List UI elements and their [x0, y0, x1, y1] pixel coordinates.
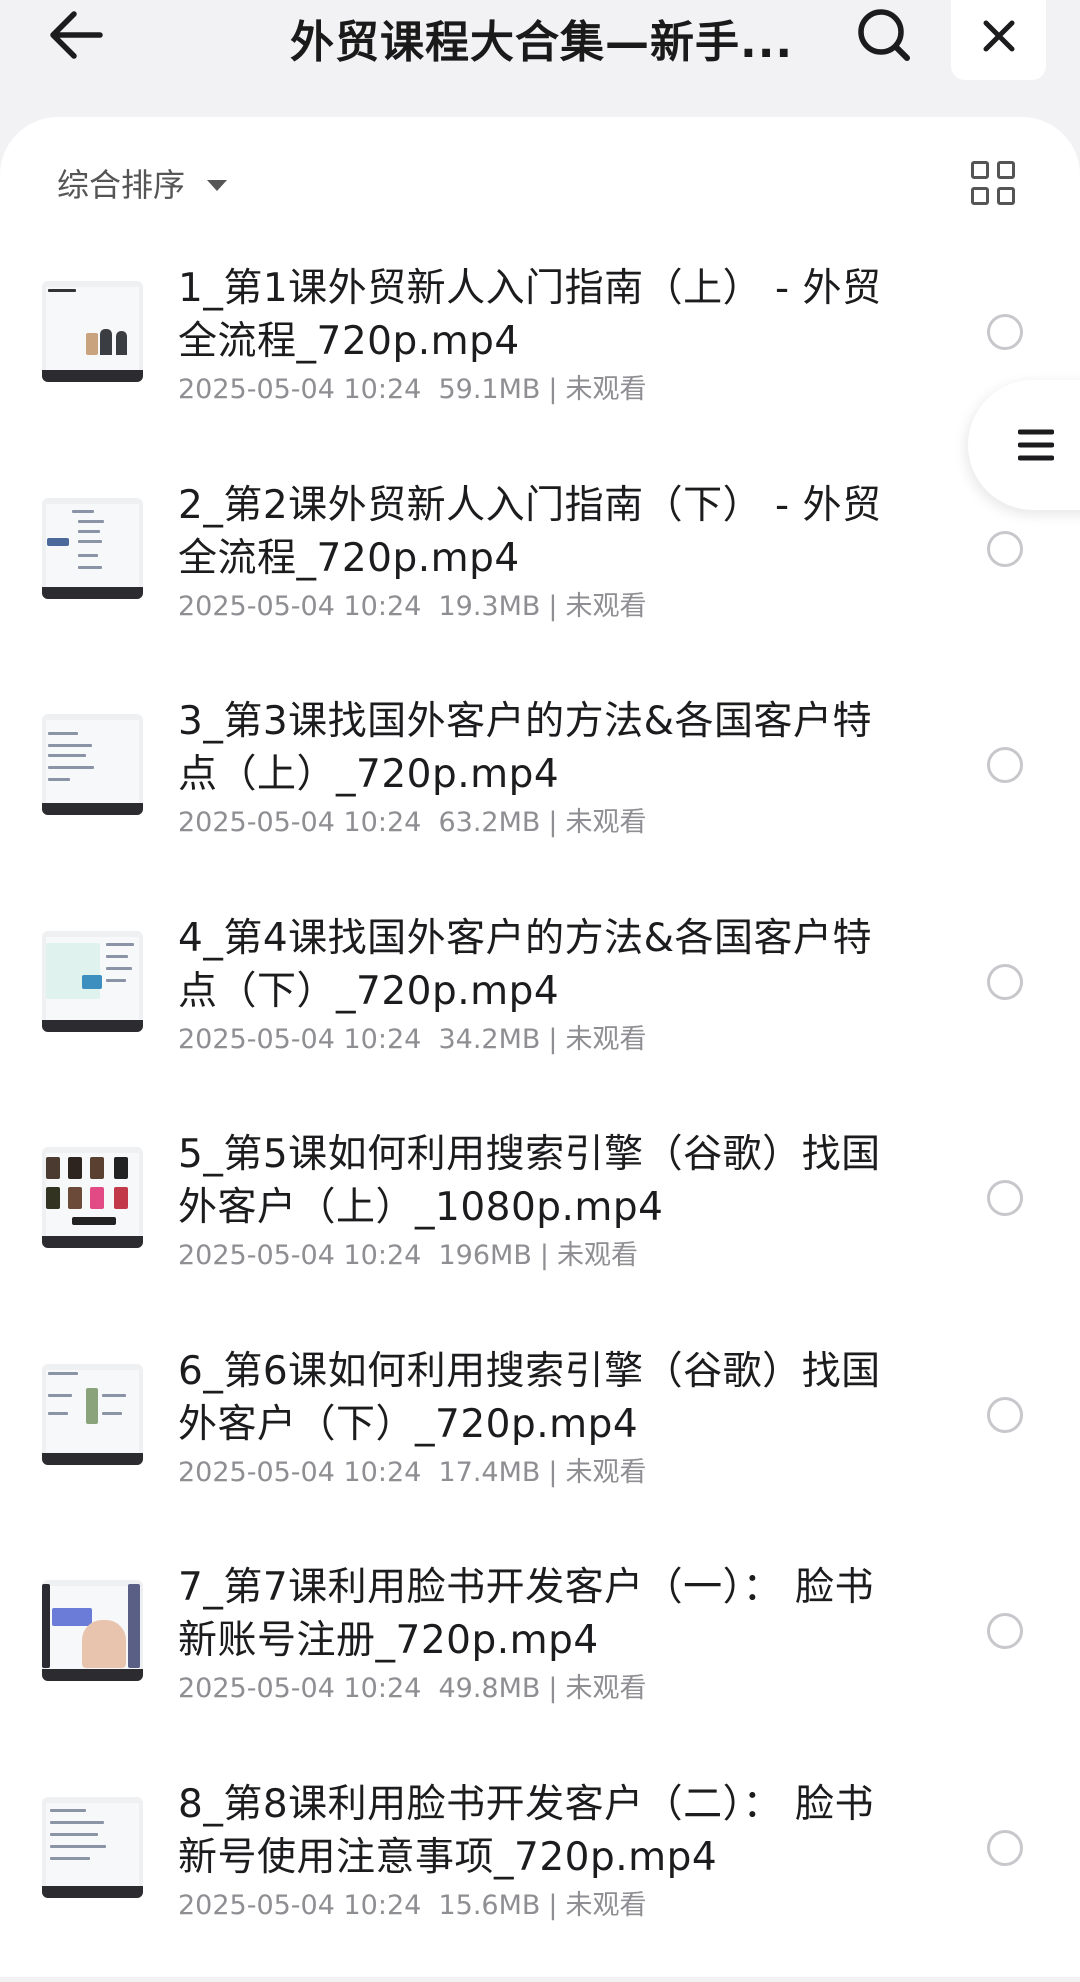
watch-status: 未观看	[566, 591, 647, 622]
file-meta: 2025-05-04 10:24 196MB|未观看	[178, 1233, 638, 1272]
file-meta: 2025-05-04 10:24 49.8MB|未观看	[178, 1666, 647, 1705]
file-size: 63.2MB	[438, 807, 540, 838]
file-date: 2025-05-04 10:24	[178, 374, 421, 405]
select-radio[interactable]	[987, 1397, 1023, 1433]
select-radio[interactable]	[987, 1180, 1023, 1216]
file-item[interactable]: 7_第7课利用脸书开发客户（一）： 脸书新账号注册_720p.mp4 2025-…	[0, 1549, 1080, 1766]
arrow-left-icon	[48, 10, 104, 60]
file-meta: 2025-05-04 10:24 19.3MB|未观看	[178, 584, 647, 623]
grid-view-button[interactable]	[968, 158, 1018, 208]
file-meta: 2025-05-04 10:24 63.2MB|未观看	[178, 800, 647, 839]
video-thumbnail	[42, 714, 143, 815]
file-date: 2025-05-04 10:24	[178, 591, 421, 622]
file-size: 196MB	[438, 1240, 531, 1271]
top-bar: 外贸课程大合集—新手...	[0, 0, 1080, 115]
file-item[interactable]: 8_第8课利用脸书开发客户（二）： 脸书新号使用注意事项_720p.mp4 20…	[0, 1766, 1080, 1982]
file-size: 34.2MB	[438, 1024, 540, 1055]
file-date: 2025-05-04 10:24	[178, 1457, 421, 1488]
file-size: 59.1MB	[438, 374, 540, 405]
close-button[interactable]	[951, 0, 1046, 80]
watch-status: 未观看	[566, 1673, 647, 1704]
watch-status: 未观看	[566, 1457, 647, 1488]
select-radio[interactable]	[987, 1613, 1023, 1649]
close-icon	[981, 18, 1017, 54]
file-name: 2_第2课外贸新人入门指南（下） - 外贸全流程_720p.mp4	[178, 479, 888, 585]
file-size: 19.3MB	[438, 591, 540, 622]
video-thumbnail	[42, 1580, 143, 1681]
video-thumbnail	[42, 281, 143, 382]
file-date: 2025-05-04 10:24	[178, 1673, 421, 1704]
caret-down-icon	[207, 180, 227, 191]
video-thumbnail	[42, 1797, 143, 1898]
file-name: 4_第4课找国外客户的方法&各国客户特点（下）_720p.mp4	[178, 912, 888, 1018]
file-name: 7_第7课利用脸书开发客户（一）： 脸书新账号注册_720p.mp4	[178, 1561, 888, 1667]
watch-status: 未观看	[566, 374, 647, 405]
page-title: 外贸课程大合集—新手...	[290, 6, 810, 70]
file-name: 5_第5课如何利用搜索引擎（谷歌）找国外客户（上）_1080p.mp4	[178, 1128, 888, 1234]
watch-status: 未观看	[566, 807, 647, 838]
select-radio[interactable]	[987, 314, 1023, 350]
file-date: 2025-05-04 10:24	[178, 807, 421, 838]
search-icon	[856, 7, 912, 63]
select-radio[interactable]	[987, 964, 1023, 1000]
video-thumbnail	[42, 1364, 143, 1465]
file-size: 15.6MB	[438, 1890, 540, 1921]
grid-view-icon	[971, 161, 989, 179]
file-list: 1_第1课外贸新人入门指南（上） - 外贸全流程_720p.mp4 2025-0…	[0, 250, 1080, 1982]
file-date: 2025-05-04 10:24	[178, 1890, 421, 1921]
watch-status: 未观看	[566, 1024, 647, 1055]
file-name: 1_第1课外贸新人入门指南（上） - 外贸全流程_720p.mp4	[178, 262, 888, 368]
select-radio[interactable]	[987, 531, 1023, 567]
file-meta: 2025-05-04 10:24 34.2MB|未观看	[178, 1017, 647, 1056]
video-thumbnail	[42, 1147, 143, 1248]
video-thumbnail	[42, 931, 143, 1032]
file-date: 2025-05-04 10:24	[178, 1024, 421, 1055]
file-size: 17.4MB	[438, 1457, 540, 1488]
file-size: 49.8MB	[438, 1673, 540, 1704]
watch-status: 未观看	[557, 1240, 638, 1271]
file-item[interactable]: 2_第2课外贸新人入门指南（下） - 外贸全流程_720p.mp4 2025-0…	[0, 467, 1080, 684]
video-thumbnail	[42, 498, 143, 599]
sort-label: 综合排序	[57, 160, 185, 206]
file-meta: 2025-05-04 10:24 15.6MB|未观看	[178, 1883, 647, 1922]
file-item[interactable]: 3_第3课找国外客户的方法&各国客户特点（上）_720p.mp4 2025-05…	[0, 683, 1080, 900]
file-item[interactable]: 1_第1课外贸新人入门指南（上） - 外贸全流程_720p.mp4 2025-0…	[0, 250, 1080, 467]
select-radio[interactable]	[987, 1830, 1023, 1866]
file-name: 8_第8课利用脸书开发客户（二）： 脸书新号使用注意事项_720p.mp4	[178, 1778, 888, 1884]
file-name: 3_第3课找国外客户的方法&各国客户特点（上）_720p.mp4	[178, 695, 888, 801]
file-meta: 2025-05-04 10:24 17.4MB|未观看	[178, 1450, 647, 1489]
file-name: 6_第6课如何利用搜索引擎（谷歌）找国外客户（下）_720p.mp4	[178, 1345, 888, 1451]
watch-status: 未观看	[566, 1890, 647, 1921]
sort-dropdown[interactable]: 综合排序	[57, 158, 227, 208]
menu-icon	[1018, 428, 1054, 462]
file-item[interactable]: 4_第4课找国外客户的方法&各国客户特点（下）_720p.mp4 2025-05…	[0, 900, 1080, 1117]
select-radio[interactable]	[987, 747, 1023, 783]
file-date: 2025-05-04 10:24	[178, 1240, 421, 1271]
file-item[interactable]: 6_第6课如何利用搜索引擎（谷歌）找国外客户（下）_720p.mp4 2025-…	[0, 1333, 1080, 1550]
file-meta: 2025-05-04 10:24 59.1MB|未观看	[178, 367, 647, 406]
search-button[interactable]	[848, 0, 920, 70]
file-item[interactable]: 5_第5课如何利用搜索引擎（谷歌）找国外客户（上）_1080p.mp4 2025…	[0, 1116, 1080, 1333]
back-button[interactable]	[40, 2, 112, 68]
